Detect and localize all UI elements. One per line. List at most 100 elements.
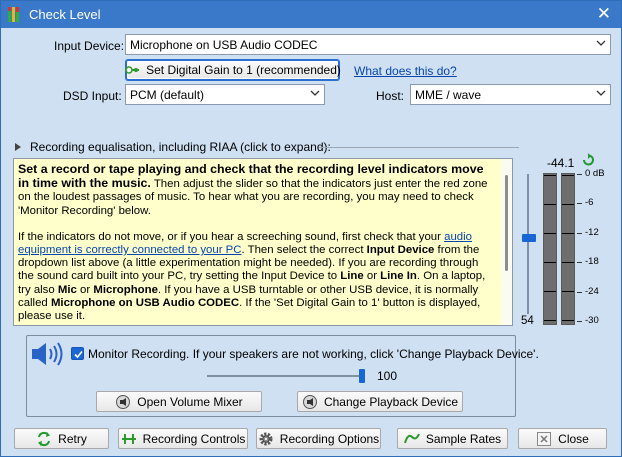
set-digital-gain-label: Set Digital Gain to 1 (recommended) xyxy=(146,63,341,77)
meter-scale-tick xyxy=(577,233,582,234)
instructions-or: or xyxy=(76,283,94,296)
meter-tick xyxy=(544,204,556,205)
divider xyxy=(319,147,519,148)
input-device-label: Input Device: xyxy=(54,39,125,53)
meter-tick xyxy=(544,175,556,176)
meter-scale-tick xyxy=(577,203,582,204)
speaker-icon xyxy=(32,342,63,366)
playback-device-icon xyxy=(302,394,317,409)
meter-scale-tick xyxy=(577,262,582,263)
expand-triangle-icon xyxy=(15,143,21,151)
what-does-this-do-link[interactable]: What does this do? xyxy=(354,64,457,78)
meter-scale-tick xyxy=(577,321,582,322)
meter-scale-label: 0 dB xyxy=(585,168,605,179)
window-title: Check Level xyxy=(29,7,101,22)
meter-tick xyxy=(562,175,574,176)
gain-slider-icon xyxy=(125,66,140,74)
meter-scale-tick xyxy=(577,292,582,293)
meter-tick xyxy=(562,233,574,234)
term-line-in: Line In xyxy=(380,270,417,283)
recording-level-slider[interactable] xyxy=(517,168,539,316)
meter-tick xyxy=(562,320,574,321)
instructions-panel[interactable]: Set a record or tape playing and check t… xyxy=(13,158,513,326)
recording-controls-icon xyxy=(121,433,136,444)
retry-label: Retry xyxy=(58,431,87,446)
meter-tick xyxy=(562,204,574,205)
slider-thumb[interactable] xyxy=(359,369,365,383)
close-label: Close xyxy=(558,431,589,446)
slider-thumb[interactable] xyxy=(522,234,536,242)
meter-scale-label: -30 xyxy=(585,315,599,326)
waveform-icon xyxy=(403,433,420,443)
sample-rates-button[interactable]: Sample Rates xyxy=(397,428,508,449)
meter-scale-tick xyxy=(577,174,582,175)
meter-scale-label: -24 xyxy=(585,286,599,297)
close-icon xyxy=(537,431,552,446)
sample-rates-label: Sample Rates xyxy=(425,431,502,446)
term-microphone: Microphone xyxy=(93,283,158,296)
host-value: MME / wave xyxy=(415,88,482,102)
change-playback-device-label: Change Playback Device xyxy=(323,394,459,409)
term-line: Line xyxy=(340,270,364,283)
close-icon[interactable]: ✕ xyxy=(597,4,611,24)
left-level-meter xyxy=(543,173,557,325)
peak-level-readout: -44.1 xyxy=(547,156,575,170)
retry-arrows-icon xyxy=(38,431,51,446)
instructions-scrollbar[interactable] xyxy=(501,159,512,325)
host-label: Host: xyxy=(376,89,405,103)
meter-scale-label: -18 xyxy=(585,256,599,267)
meter-tick xyxy=(544,233,556,234)
chevron-down-icon xyxy=(310,90,320,96)
scrollbar-thumb[interactable] xyxy=(505,175,508,271)
equalisation-label: Recording equalisation, including RIAA (… xyxy=(30,140,331,154)
monitor-recording-label: Monitor Recording. If your speakers are … xyxy=(88,347,539,361)
instructions-text: Set a record or tape playing and check t… xyxy=(18,162,496,325)
check-level-dialog: Check Level ✕ Input Device: Microphone o… xyxy=(0,0,622,457)
monitor-volume-slider[interactable] xyxy=(207,369,367,383)
change-playback-device-button[interactable]: Change Playback Device xyxy=(297,391,463,412)
checkmark-icon xyxy=(74,350,83,359)
meter-scale-label: -12 xyxy=(585,227,599,238)
meter-tick xyxy=(562,291,574,292)
level-meter-app-icon xyxy=(8,7,19,22)
set-digital-gain-button[interactable]: Set Digital Gain to 1 (recommended) xyxy=(125,60,341,80)
recording-controls-button[interactable]: Recording Controls xyxy=(118,428,248,449)
slider-track xyxy=(207,375,363,377)
chevron-down-icon xyxy=(596,40,606,46)
term-input-device: Input Device xyxy=(366,244,435,257)
monitor-volume-value: 100 xyxy=(377,369,398,383)
retry-button[interactable]: Retry xyxy=(14,428,109,449)
slider-track xyxy=(527,174,529,314)
instructions-p2a: If the indicators do not move, or if you… xyxy=(18,230,445,243)
instructions-or: or xyxy=(363,270,381,283)
dsd-input-value: PCM (default) xyxy=(130,88,205,102)
term-usb-device: Microphone on USB Audio CODEC xyxy=(50,296,240,309)
open-volume-mixer-label: Open Volume Mixer xyxy=(137,394,243,409)
title-bar[interactable]: Check Level ✕ xyxy=(1,1,621,28)
dsd-input-select[interactable]: PCM (default) xyxy=(125,84,325,105)
recording-options-button[interactable]: Recording Options xyxy=(256,428,381,449)
input-device-select[interactable]: Microphone on USB Audio CODEC xyxy=(125,34,611,55)
dsd-input-label: DSD Input: xyxy=(63,89,122,103)
recording-options-label: Recording Options xyxy=(279,431,380,446)
volume-mixer-icon xyxy=(116,394,131,409)
instructions-p2b: . Then select the correct xyxy=(241,244,367,257)
gear-icon xyxy=(259,432,273,445)
recording-controls-label: Recording Controls xyxy=(142,431,246,446)
meter-tick xyxy=(544,291,556,292)
meter-scale-label: -6 xyxy=(585,197,594,208)
equalisation-expander[interactable]: Recording equalisation, including RIAA (… xyxy=(15,139,519,155)
input-device-value: Microphone on USB Audio CODEC xyxy=(130,38,318,52)
recording-level-value: 54 xyxy=(521,315,534,327)
term-mic: Mic xyxy=(57,283,77,296)
reset-peak-icon[interactable] xyxy=(581,153,595,167)
meter-tick xyxy=(544,320,556,321)
monitor-recording-checkbox[interactable] xyxy=(71,347,84,360)
open-volume-mixer-button[interactable]: Open Volume Mixer xyxy=(96,391,262,412)
right-level-meter xyxy=(561,173,575,325)
meter-tick xyxy=(562,262,574,263)
host-select[interactable]: MME / wave xyxy=(410,84,611,105)
chevron-down-icon xyxy=(596,90,606,96)
meter-tick xyxy=(544,262,556,263)
close-button[interactable]: Close xyxy=(518,428,607,449)
